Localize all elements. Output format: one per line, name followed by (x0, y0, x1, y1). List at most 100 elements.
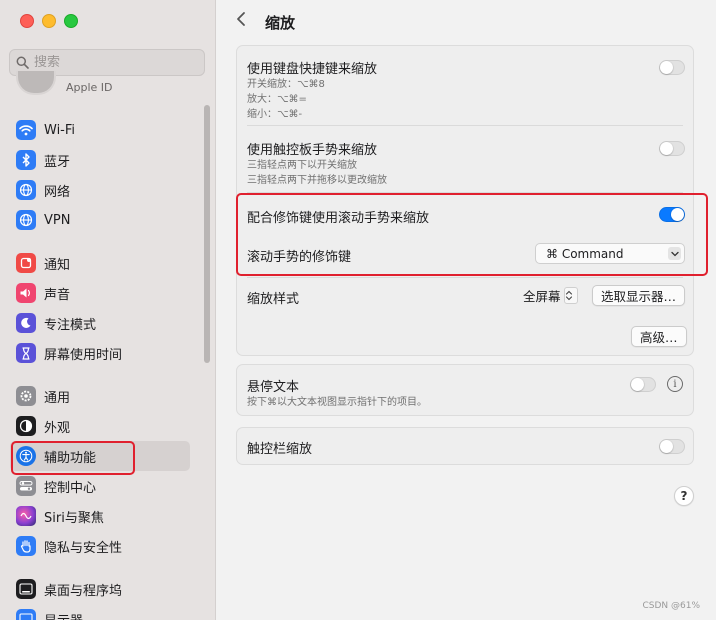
hourglass-icon (16, 343, 36, 363)
sidebar-item-general[interactable]: 通用 (16, 384, 70, 408)
select-display-button[interactable]: 选取显示器… (592, 285, 686, 306)
scroll-gesture-zoom-row: 配合修饰键使用滚动手势来缩放 (247, 207, 683, 226)
search-icon (16, 56, 29, 69)
sidebar-item-label: 通用 (44, 390, 71, 406)
touchbar-zoom-toggle[interactable] (659, 439, 685, 454)
display-icon (16, 609, 36, 620)
sidebar-item-focus[interactable]: 专注模式 (16, 311, 96, 335)
chevron-left-icon (237, 12, 245, 26)
sidebar-item-label: 桌面与程序坞 (44, 583, 123, 599)
watermark: CSDN @61% (642, 601, 700, 611)
keyboard-shortcut-zoom-row: 使用键盘快捷键来缩放 开关缩放：⌥⌘8 放大：⌥⌘= 缩小：⌥⌘- (247, 58, 683, 122)
back-button[interactable] (236, 11, 246, 32)
globe-icon (16, 180, 36, 200)
sidebar-item-displays[interactable]: 显示器 (16, 607, 83, 620)
hover-text-toggle[interactable] (630, 377, 656, 392)
avatar (16, 71, 56, 95)
vpn-globe-icon (16, 210, 36, 230)
control-center-icon (16, 476, 36, 496)
scroll-gesture-zoom-toggle[interactable] (659, 207, 685, 222)
siri-icon (16, 506, 36, 526)
row-subtitle: 按下⌘以大文本视图显示指针下的项目。 (247, 397, 427, 408)
sidebar-item-accessibility[interactable]: 辅助功能 (16, 444, 96, 468)
sidebar-scrollbar[interactable] (204, 105, 210, 363)
zoom-style-popup[interactable]: 全屏幕 (523, 286, 578, 305)
sidebar-item-wifi[interactable]: Wi-Fi (16, 118, 75, 142)
sidebar-item-label: 专注模式 (44, 317, 97, 333)
sidebar-item-notifications[interactable]: 通知 (16, 251, 70, 275)
zoom-settings-group: 使用键盘快捷键来缩放 开关缩放：⌥⌘8 放大：⌥⌘= 缩小：⌥⌘- 使用触控板手… (236, 45, 694, 356)
bluetooth-icon (16, 150, 36, 170)
system-settings-window: Apple ID Wi-Fi 蓝牙 网络 VP (0, 0, 716, 620)
sidebar-item-control-center[interactable]: 控制中心 (16, 474, 96, 498)
sidebar-item-bluetooth[interactable]: 蓝牙 (16, 148, 70, 172)
sidebar: Apple ID Wi-Fi 蓝牙 网络 VP (0, 0, 216, 620)
sidebar-item-desktop-dock[interactable]: 桌面与程序坞 (16, 577, 122, 601)
zoom-window-button[interactable] (64, 14, 78, 28)
search-input[interactable] (34, 55, 184, 70)
sidebar-item-label: 通知 (44, 257, 71, 273)
sidebar-item-network[interactable]: 网络 (16, 178, 70, 202)
hand-icon (16, 536, 36, 556)
gear-icon (16, 386, 36, 406)
sidebar-item-label: 隐私与安全性 (44, 540, 123, 556)
row-subtitle: 开关缩放：⌥⌘8 (247, 79, 325, 90)
sidebar-item-privacy[interactable]: 隐私与安全性 (16, 534, 122, 558)
hover-text-row: 悬停文本 按下⌘以大文本视图显示指针下的项目。 (247, 376, 683, 410)
row-subtitle: 三指轻点两下以开关缩放 (247, 160, 357, 171)
minimize-window-button[interactable] (42, 14, 56, 28)
modifier-key-value: ⌘ Command (546, 246, 624, 261)
row-title: 触控栏缩放 (247, 442, 313, 457)
sidebar-item-label: 网络 (44, 184, 71, 200)
touchbar-zoom-row: 触控栏缩放 (247, 438, 683, 457)
info-icon[interactable]: i (667, 376, 683, 392)
close-window-button[interactable] (20, 14, 34, 28)
row-title: 使用触控板手势来缩放 (247, 143, 378, 158)
page-title: 缩放 (265, 14, 296, 32)
up-down-chevron-icon (563, 287, 578, 304)
divider (247, 125, 683, 126)
notification-bell-icon (16, 253, 36, 273)
sidebar-item-label: 外观 (44, 420, 71, 436)
sidebar-item-label: 辅助功能 (44, 450, 97, 466)
dock-icon (16, 579, 36, 599)
sidebar-item-appearance[interactable]: 外观 (16, 414, 70, 438)
apple-id-label: Apple ID (66, 80, 113, 94)
sidebar-item-label: Wi-Fi (44, 122, 76, 138)
keyboard-zoom-toggle[interactable] (659, 60, 685, 75)
sidebar-item-sound[interactable]: 声音 (16, 281, 70, 305)
zoom-style-value: 全屏幕 (523, 289, 561, 304)
modifier-key-popup[interactable]: ⌘ Command (535, 243, 685, 264)
trackpad-gesture-zoom-row: 使用触控板手势来缩放 三指轻点两下以开关缩放 三指轻点两下并拖移以更改缩放 (247, 139, 683, 188)
moon-icon (16, 313, 36, 333)
trackpad-zoom-toggle[interactable] (659, 141, 685, 156)
help-button[interactable]: ? (674, 486, 694, 506)
row-title: 配合修饰键使用滚动手势来缩放 (247, 211, 430, 226)
chevron-down-icon (668, 247, 681, 260)
apple-id-item[interactable]: Apple ID (16, 71, 113, 95)
divider (247, 192, 683, 193)
sidebar-item-label: 蓝牙 (44, 154, 71, 170)
touchbar-zoom-group: 触控栏缩放 (236, 427, 694, 465)
sidebar-item-label: VPN (44, 212, 71, 228)
row-subtitle: 放大：⌥⌘= (247, 94, 307, 105)
sidebar-item-screen-time[interactable]: 屏幕使用时间 (16, 341, 122, 365)
hover-text-group: 悬停文本 按下⌘以大文本视图显示指针下的项目。 i (236, 364, 694, 416)
sidebar-item-siri[interactable]: Siri与聚焦 (16, 504, 104, 528)
wifi-icon (16, 120, 36, 140)
accessibility-icon (16, 446, 36, 466)
sidebar-item-label: 屏幕使用时间 (44, 347, 123, 363)
window-controls (20, 14, 78, 28)
sidebar-item-label: 声音 (44, 287, 71, 303)
row-title: 使用键盘快捷键来缩放 (247, 62, 378, 77)
row-title: 悬停文本 (247, 380, 300, 395)
divider (247, 277, 683, 278)
row-subtitle: 三指轻点两下并拖移以更改缩放 (247, 175, 387, 186)
sidebar-item-label: Siri与聚焦 (44, 510, 104, 526)
advanced-button[interactable]: 高级… (631, 326, 687, 347)
sidebar-item-vpn[interactable]: VPN (16, 208, 70, 232)
main-content: 缩放 使用键盘快捷键来缩放 开关缩放：⌥⌘8 放大：⌥⌘= 缩小：⌥⌘- 使用触… (216, 0, 716, 620)
sidebar-item-label: 显示器 (44, 610, 83, 620)
sidebar-item-label: 控制中心 (44, 480, 97, 496)
row-subtitle: 缩小：⌥⌘- (247, 109, 303, 120)
